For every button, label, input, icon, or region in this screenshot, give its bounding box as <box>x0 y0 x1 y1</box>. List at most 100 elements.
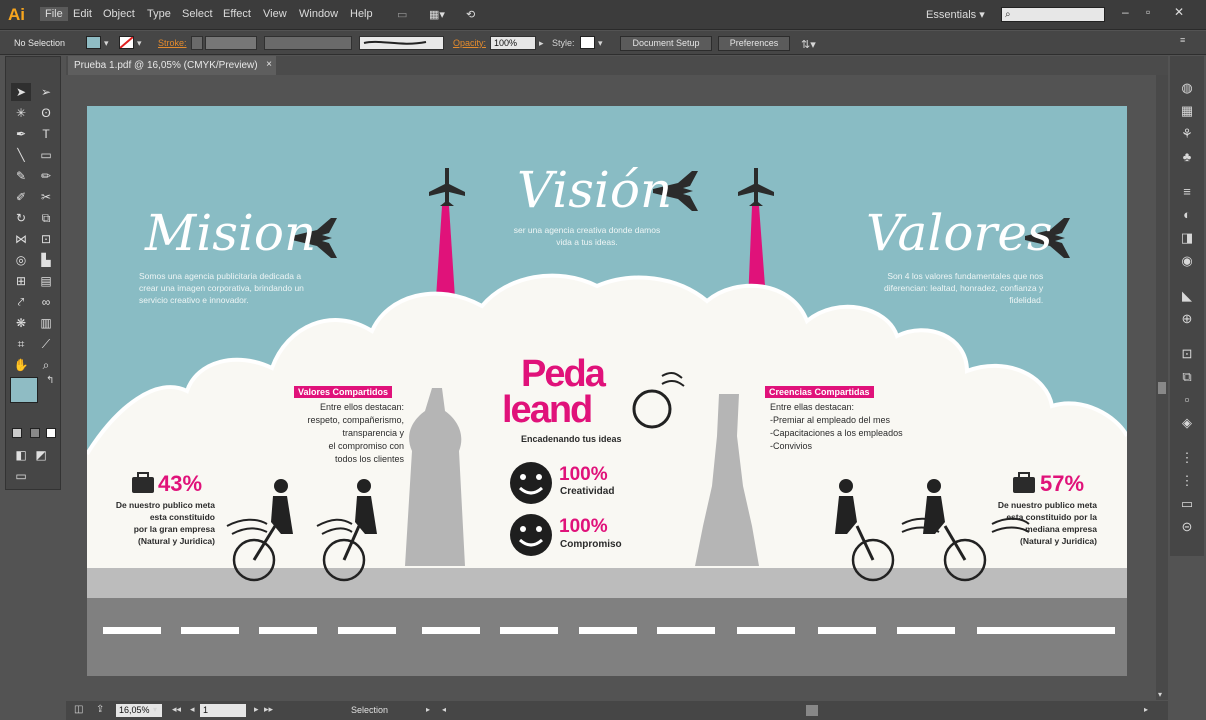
tab-close-icon[interactable]: × <box>266 59 272 70</box>
last-artboard-icon[interactable]: ▸▸ <box>264 704 273 715</box>
preferences-button[interactable]: Preferences <box>718 36 790 51</box>
close-icon[interactable]: ✕ <box>1174 5 1184 19</box>
transparency-icon[interactable]: ◨ <box>1179 230 1195 246</box>
vertical-scrollbar[interactable]: ▾ <box>1156 75 1168 700</box>
hand-tool-icon[interactable]: ✋ <box>11 356 31 374</box>
color-mode-icon[interactable] <box>12 428 22 438</box>
zoom-dropdown-icon[interactable]: ▾ <box>153 705 157 714</box>
scale-tool-icon[interactable]: ⧉ <box>36 209 56 227</box>
pathfinder-icon[interactable]: ⊕ <box>1179 311 1195 327</box>
paragraph-icon[interactable]: ⋮ <box>1179 473 1195 489</box>
paintbrush-tool-icon[interactable]: ✎ <box>11 167 31 185</box>
document-tab[interactable]: Prueba 1.pdf @ 16,05% (CMYK/Preview) × <box>68 56 276 75</box>
maximize-icon[interactable]: ▫ <box>1146 5 1150 19</box>
column-graph-tool-icon[interactable]: ▥ <box>36 314 56 332</box>
links-icon[interactable]: ⊝ <box>1179 519 1195 535</box>
scroll-left-icon[interactable]: ◂ <box>442 705 446 714</box>
stroke-panel-icon[interactable]: ≡ <box>1179 184 1195 200</box>
transform-icon[interactable]: ⊡ <box>1179 346 1195 362</box>
draw-normal-icon[interactable]: ◧ <box>11 446 31 464</box>
character-icon[interactable]: ⋮ <box>1179 450 1195 466</box>
graphic-styles-icon[interactable]: ▭ <box>1179 496 1195 512</box>
document-setup-button[interactable]: Document Setup <box>620 36 712 51</box>
stroke-swatch[interactable] <box>119 36 134 49</box>
opacity-label[interactable]: Opacity: <box>453 38 486 48</box>
menu-edit[interactable]: Edit <box>73 8 92 20</box>
mesh-tool-icon[interactable]: ⊞ <box>11 272 31 290</box>
gradient-mode-icon[interactable] <box>30 428 40 438</box>
brush-definition[interactable] <box>359 36 444 50</box>
artboard-nav-icon[interactable]: ◫ <box>74 704 83 715</box>
perspective-grid-tool-icon[interactable]: ▙ <box>36 251 56 269</box>
blob-brush-tool-icon[interactable]: ✐ <box>11 188 31 206</box>
symbol-sprayer-tool-icon[interactable]: ❋ <box>11 314 31 332</box>
pen-tool-icon[interactable]: ✒ <box>11 125 31 143</box>
menu-effect[interactable]: Effect <box>223 8 251 20</box>
gradient-tool-icon[interactable]: ▤ <box>36 272 56 290</box>
menu-file[interactable]: File <box>40 7 68 21</box>
type-tool-icon[interactable]: T <box>36 125 56 143</box>
scroll-thumb[interactable] <box>1158 382 1166 394</box>
symbols-icon[interactable]: ♣ <box>1179 149 1195 165</box>
swatches-icon[interactable]: ▦ <box>1179 103 1195 119</box>
direct-selection-tool-icon[interactable]: ➢ <box>36 83 56 101</box>
workspace-switcher[interactable]: Essentials ▾ <box>926 8 985 21</box>
none-mode-icon[interactable] <box>46 428 56 438</box>
artboards-icon[interactable]: ⧉ <box>1179 369 1195 385</box>
scroll-right-icon[interactable]: ▸ <box>1144 705 1148 714</box>
stroke-stepper[interactable] <box>191 36 203 50</box>
gradient-panel-icon[interactable]: ◐ <box>1179 207 1195 223</box>
arrange-documents-icon[interactable]: ▦▾ <box>429 8 445 21</box>
stroke-label[interactable]: Stroke: <box>158 38 187 48</box>
free-transform-tool-icon[interactable]: ⊡ <box>36 230 56 248</box>
scissors-tool-icon[interactable]: ✂ <box>36 188 56 206</box>
minimize-icon[interactable]: – <box>1122 5 1129 19</box>
shape-builder-tool-icon[interactable]: ◎ <box>11 251 31 269</box>
artboard-number-field[interactable]: 1 <box>200 704 246 717</box>
selection-tool-icon[interactable]: ➤ <box>11 83 31 101</box>
share-icon[interactable]: ⇪ <box>96 704 104 715</box>
draw-behind-icon[interactable]: ◩ <box>31 446 51 464</box>
opacity-field[interactable]: 100% <box>490 36 536 50</box>
variable-width-profile[interactable] <box>264 36 352 50</box>
fill-color-box[interactable] <box>10 377 38 403</box>
menu-select[interactable]: Select <box>182 8 213 20</box>
panel-menu-icon[interactable]: ≡ <box>1180 35 1185 45</box>
first-artboard-icon[interactable]: ◂◂ <box>172 704 181 715</box>
status-menu-icon[interactable]: ▸ <box>426 705 430 714</box>
navigator-icon[interactable]: ▫ <box>1179 392 1195 408</box>
opacity-arrow-icon[interactable]: ▸ <box>539 38 544 49</box>
menu-window[interactable]: Window <box>299 8 338 20</box>
zoom-tool-icon[interactable]: ⌕ <box>36 356 56 374</box>
next-artboard-icon[interactable]: ▸ <box>254 704 259 715</box>
align-icon[interactable]: ◣ <box>1179 288 1195 304</box>
style-dropdown-icon[interactable]: ▾ <box>598 38 603 49</box>
gpu-performance-icon[interactable]: ⟲ <box>466 8 475 21</box>
artboard[interactable]: Mision Somos una agencia publicitaria de… <box>87 106 1127 676</box>
layers-icon[interactable]: ◈ <box>1179 415 1195 431</box>
previous-artboard-icon[interactable]: ◂ <box>190 704 195 715</box>
magic-wand-tool-icon[interactable]: ✳ <box>11 104 31 122</box>
bridge-icon[interactable]: ▭ <box>397 8 407 21</box>
stroke-dropdown-icon[interactable]: ▾ <box>137 38 142 49</box>
slice-tool-icon[interactable]: ⟋ <box>36 335 56 353</box>
appearance-icon[interactable]: ◉ <box>1179 253 1195 269</box>
lasso-tool-icon[interactable]: ʘ <box>36 104 56 122</box>
search-input[interactable]: ⌕ <box>1001 7 1105 22</box>
menu-type[interactable]: Type <box>147 8 171 20</box>
rectangle-tool-icon[interactable]: ▭ <box>36 146 56 164</box>
width-tool-icon[interactable]: ⋈ <box>11 230 31 248</box>
blend-tool-icon[interactable]: ∞ <box>36 293 56 311</box>
eyedropper-tool-icon[interactable]: ⤤ <box>11 293 31 311</box>
brushes-icon[interactable]: ⚘ <box>1179 126 1195 142</box>
line-tool-icon[interactable]: ╲ <box>11 146 31 164</box>
align-options-icon[interactable]: ⇅▾ <box>801 38 816 51</box>
pencil-tool-icon[interactable]: ✏ <box>36 167 56 185</box>
rotate-tool-icon[interactable]: ↻ <box>11 209 31 227</box>
menu-object[interactable]: Object <box>103 8 135 20</box>
artboard-tool-icon[interactable]: ⌗ <box>11 335 31 353</box>
menu-help[interactable]: Help <box>350 8 373 20</box>
fill-swatch[interactable] <box>86 36 101 49</box>
screen-mode-icon[interactable]: ▭ <box>11 467 31 485</box>
style-swatch[interactable] <box>580 36 595 49</box>
